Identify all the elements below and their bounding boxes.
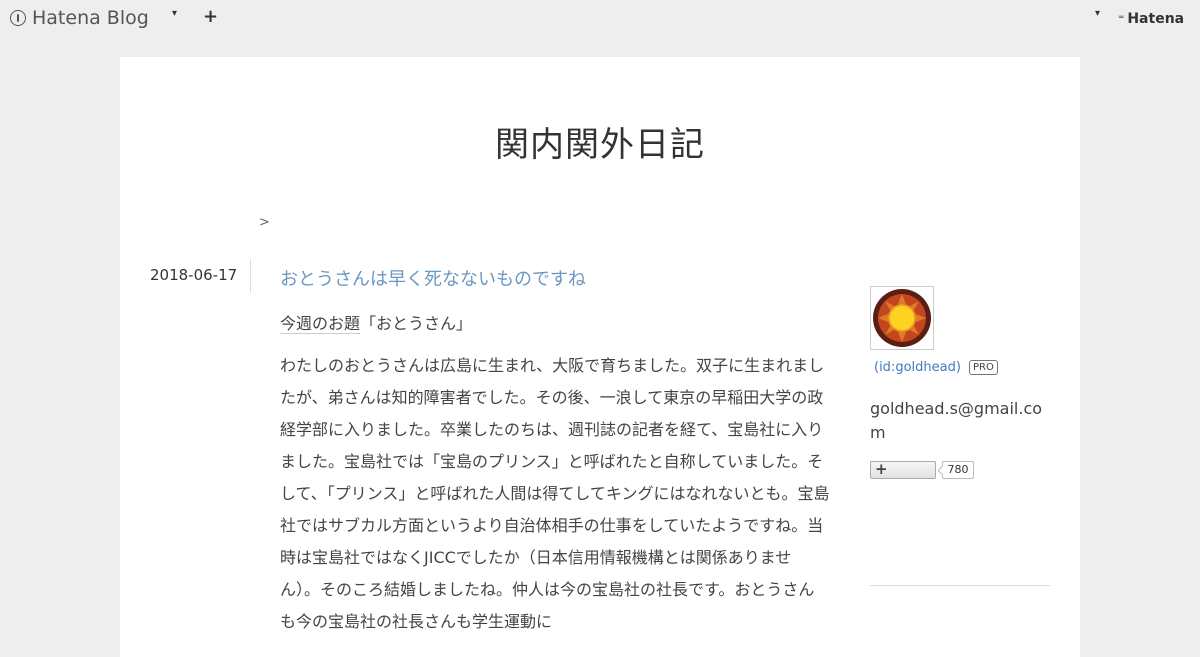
hatena-logo-text: Hatena bbox=[1127, 11, 1185, 27]
weekly-topic-link[interactable]: 今週のお題 bbox=[280, 314, 361, 334]
profile-avatar[interactable] bbox=[870, 286, 934, 350]
topic-text: 「おとうさん」 bbox=[360, 314, 473, 333]
global-header: Hatena Blog ▾ + ▾ ⁼ Hatena bbox=[0, 0, 1200, 38]
entry-date[interactable]: 2018-06-17 bbox=[150, 266, 237, 284]
entry-content: 今週のお題「おとうさん」 わたしのおとうさんは広島に生まれ、大阪で育ちました。双… bbox=[280, 308, 830, 638]
blog-title[interactable]: 関内関外日記 bbox=[120, 117, 1080, 166]
hatena-logo-icon: ⁼ bbox=[1118, 12, 1125, 26]
sidebar-divider bbox=[870, 585, 1050, 586]
follow-button[interactable]: + bbox=[870, 460, 936, 479]
hatena-blog-logo-icon bbox=[10, 10, 26, 26]
hatena-logo-link[interactable]: ⁼ Hatena bbox=[1118, 11, 1184, 27]
date-divider bbox=[250, 259, 251, 293]
breadcrumb: > bbox=[259, 215, 270, 230]
logo-text: Hatena Blog bbox=[32, 7, 149, 29]
profile-id-link[interactable]: (id:goldhead) bbox=[874, 360, 961, 375]
pro-badge: PRO bbox=[969, 360, 998, 375]
follower-count[interactable]: 780 bbox=[942, 461, 974, 479]
entry-body-text: わたしのおとうさんは広島に生まれ、大阪で育ちました。双子に生まれましたが、弟さん… bbox=[280, 356, 830, 631]
new-entry-button[interactable]: + bbox=[203, 6, 218, 28]
hatena-blog-logo[interactable]: Hatena Blog bbox=[10, 7, 149, 29]
blog-main-card: 関内関外日記 > 2018-06-17 おとうさんは早く死なないものですね 今週… bbox=[120, 57, 1080, 657]
topic-line: 今週のお題「おとうさん」 bbox=[280, 308, 830, 340]
profile-email: goldhead.s@gmail.com bbox=[870, 399, 1043, 442]
account-menu-chevron-down-icon[interactable]: ▾ bbox=[1095, 8, 1100, 19]
follow-plus-icon: + bbox=[875, 460, 888, 478]
blog-menu-chevron-down-icon[interactable]: ▾ bbox=[172, 8, 177, 19]
sun-avatar-icon bbox=[873, 289, 931, 347]
entry-title-link[interactable]: おとうさんは早く死なないものですね bbox=[280, 265, 586, 291]
